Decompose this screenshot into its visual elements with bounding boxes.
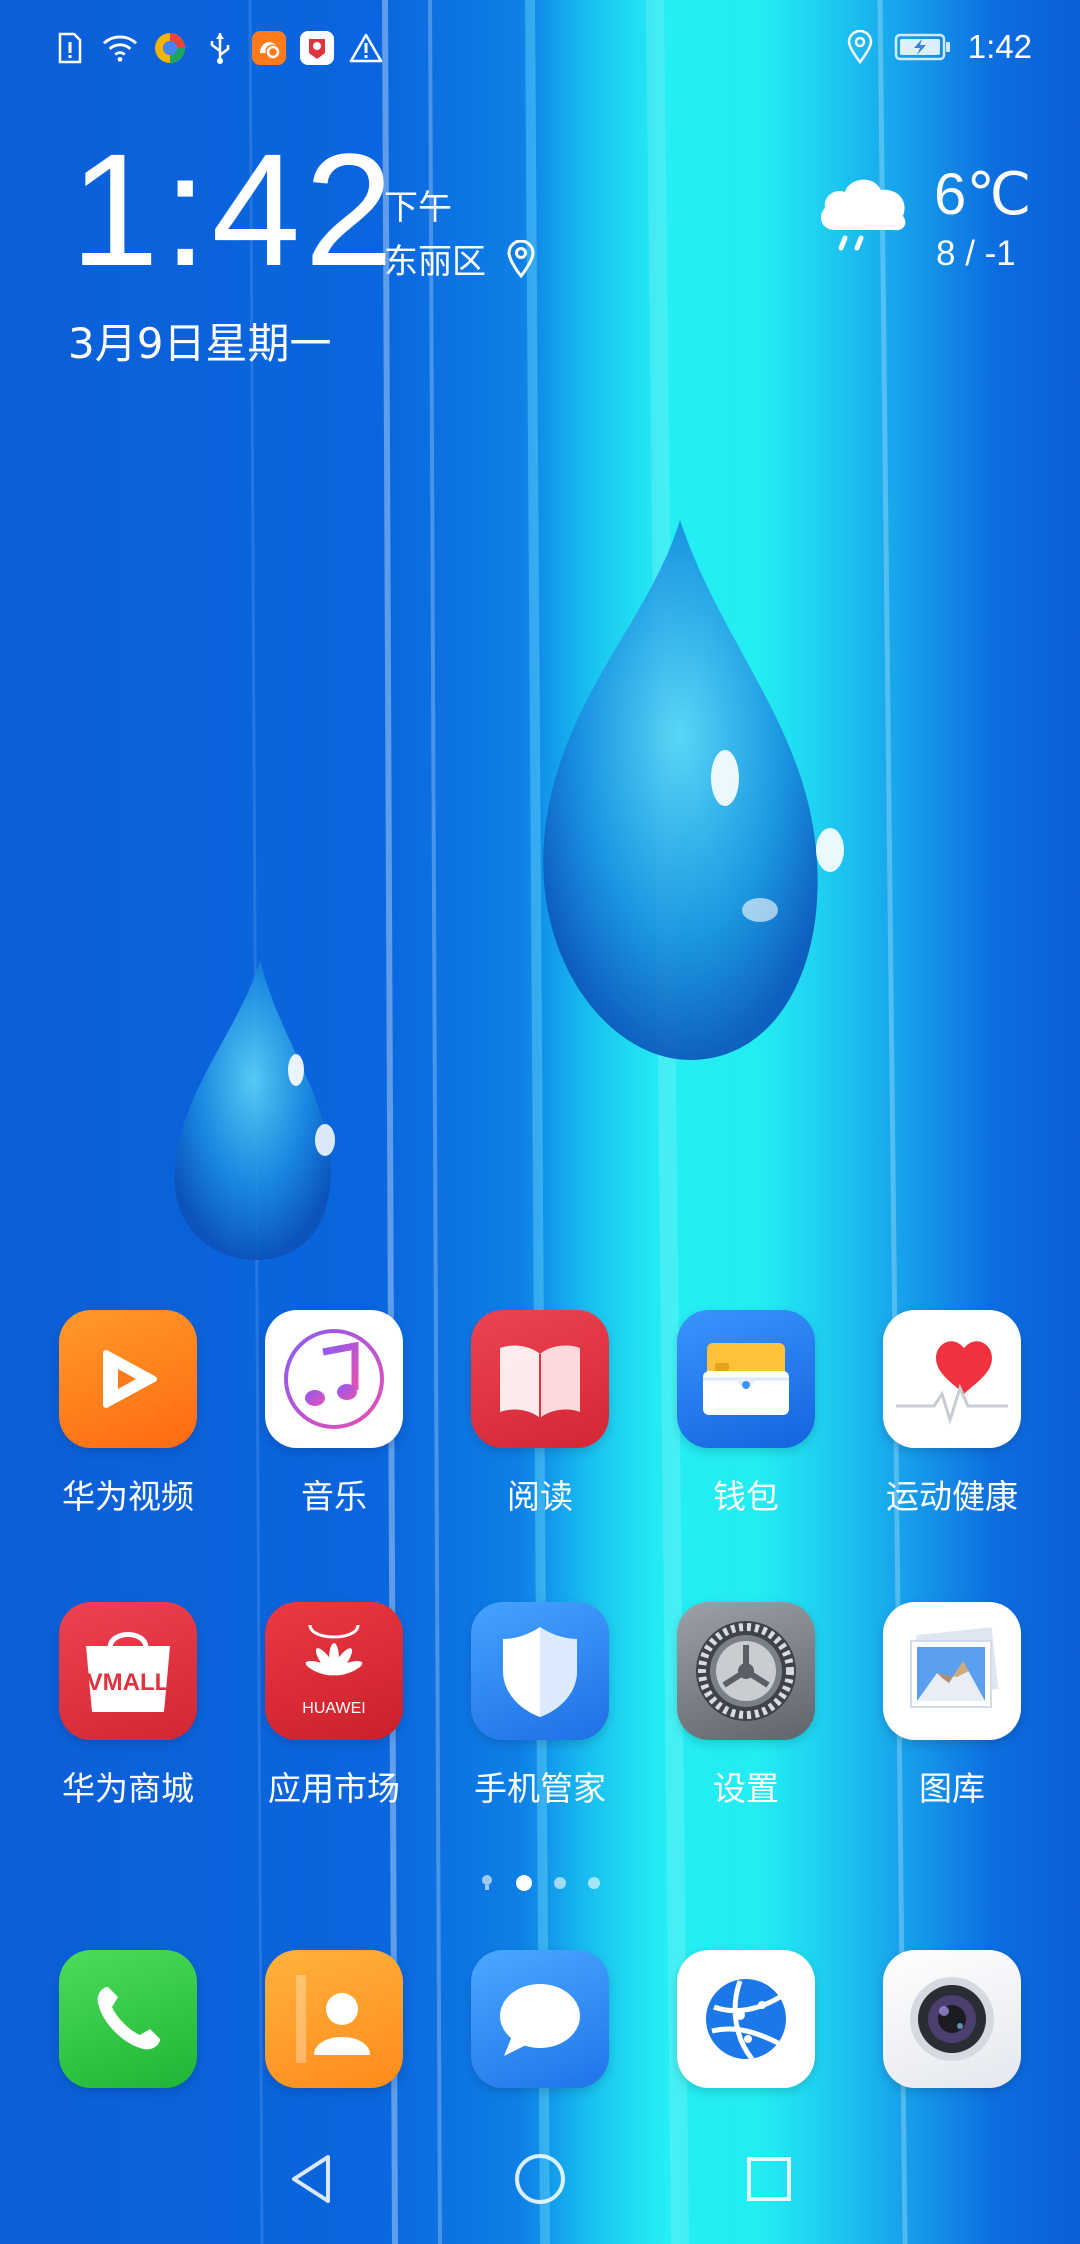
- app-market-icon: HUAWEI: [265, 1602, 403, 1740]
- app-label: 应用市场: [268, 1769, 400, 1808]
- status-left-icons: [52, 30, 384, 66]
- music-icon: [265, 1310, 403, 1448]
- navigation-bar: [0, 2104, 1080, 2244]
- dock-contacts[interactable]: [244, 1950, 424, 2088]
- vmall-bag-icon: VMALL: [59, 1602, 197, 1740]
- weather-temperature: 6℃: [934, 162, 1032, 227]
- app-label: 图库: [919, 1769, 985, 1808]
- app-wallet[interactable]: 钱包: [656, 1310, 836, 1518]
- browser-app-icon: [152, 30, 188, 66]
- book-icon: [471, 1310, 609, 1448]
- page-dot-active[interactable]: [516, 1875, 532, 1891]
- page-dot[interactable]: [588, 1877, 600, 1889]
- app-huawei-video[interactable]: 华为视频: [38, 1310, 218, 1518]
- shield-icon: [471, 1602, 609, 1740]
- wallet-icon: [677, 1310, 815, 1448]
- uc-browser-icon: [252, 31, 286, 65]
- app-health[interactable]: 运动健康: [862, 1310, 1042, 1518]
- huawei-text: HUAWEI: [302, 1700, 365, 1717]
- settings-gear-icon: [677, 1602, 815, 1740]
- status-time: 1:42: [967, 28, 1032, 65]
- back-icon[interactable]: [276, 2144, 346, 2214]
- app-label: 音乐: [301, 1477, 367, 1516]
- location-district[interactable]: 东丽区: [384, 234, 536, 283]
- app-settings[interactable]: 设置: [656, 1602, 836, 1810]
- app-label: 手机管家: [474, 1769, 606, 1808]
- home-icon[interactable]: [505, 2144, 575, 2214]
- app-gallery[interactable]: 图库: [862, 1602, 1042, 1810]
- app-market[interactable]: HUAWEI 应用市场: [244, 1602, 424, 1810]
- status-right-icons: 1:42: [842, 28, 1032, 66]
- app-label: 华为商城: [62, 1769, 194, 1808]
- camera-icon: [883, 1950, 1021, 2088]
- location-icon: [842, 29, 878, 65]
- message-icon: [471, 1950, 609, 2088]
- clock-date: 3月9日星期一: [68, 319, 332, 368]
- wifi-icon: [102, 30, 138, 66]
- status-bar: 1:42: [0, 0, 1080, 96]
- phone-icon: [59, 1950, 197, 2088]
- health-heart-icon: [883, 1310, 1021, 1448]
- warning-icon: [348, 30, 384, 66]
- app-label: 钱包: [713, 1477, 779, 1516]
- weather-range: 8 / -1: [936, 234, 1016, 273]
- sim-alert-icon: [52, 30, 88, 66]
- clock-time[interactable]: 1:42: [70, 130, 397, 290]
- dock-browser[interactable]: [656, 1950, 836, 2088]
- app-music[interactable]: 音乐: [244, 1310, 424, 1518]
- rain-cloud-icon[interactable]: [815, 170, 911, 264]
- location-pin-icon: [507, 239, 535, 278]
- vmall-text: VMALL: [87, 1669, 170, 1696]
- app-phone-manager[interactable]: 手机管家: [450, 1602, 630, 1810]
- app-label: 运动健康: [886, 1477, 1018, 1516]
- usb-icon: [202, 30, 238, 66]
- app-label: 阅读: [507, 1477, 573, 1516]
- app-label: 设置: [713, 1769, 779, 1808]
- hint-lightbulb-icon: [482, 1875, 492, 1890]
- app-vmall[interactable]: VMALL 华为商城: [38, 1602, 218, 1810]
- dock-phone[interactable]: [38, 1950, 218, 2088]
- app-label: 华为视频: [62, 1477, 194, 1516]
- app-reading[interactable]: 阅读: [450, 1310, 630, 1518]
- page-indicator[interactable]: [480, 1874, 600, 1892]
- notification-app-icon: [300, 31, 334, 65]
- page-dot[interactable]: [554, 1877, 566, 1889]
- dock-camera[interactable]: [862, 1950, 1042, 2088]
- video-icon: [59, 1310, 197, 1448]
- browser-globe-icon: [677, 1950, 815, 2088]
- gallery-icon: [883, 1602, 1021, 1740]
- clock-ampm: 下午: [384, 188, 452, 228]
- district-label: 东丽区: [384, 242, 486, 282]
- battery-charging-icon: [894, 29, 952, 65]
- contacts-icon: [265, 1950, 403, 2088]
- recents-icon[interactable]: [734, 2144, 804, 2214]
- dock-messages[interactable]: [450, 1950, 630, 2088]
